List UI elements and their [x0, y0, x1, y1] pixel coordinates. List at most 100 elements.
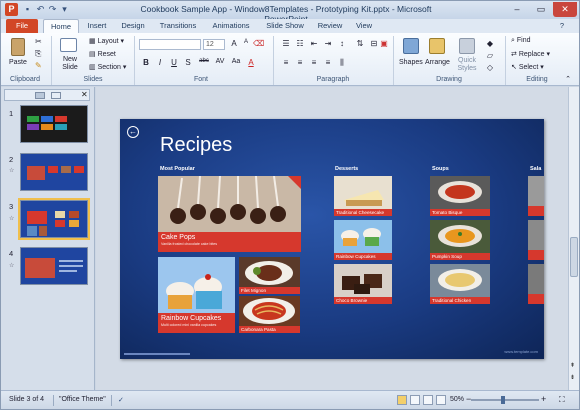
slide-thumbnail-3[interactable]: [18, 198, 90, 240]
arrange-icon[interactable]: [429, 38, 445, 54]
slide-thumbnail-1[interactable]: [20, 105, 88, 143]
underline-button[interactable]: U: [169, 58, 179, 67]
bold-button[interactable]: B: [141, 58, 151, 67]
collapse-ribbon-icon[interactable]: ⌃: [563, 75, 573, 83]
font-color-button[interactable]: A: [246, 58, 256, 67]
cut-icon[interactable]: ✂: [35, 37, 42, 46]
tile-traditional-cheesecake[interactable]: Traditional Cheesecake: [334, 176, 392, 216]
quick-styles-icon[interactable]: [459, 38, 475, 54]
format-painter-icon[interactable]: ✎: [35, 61, 42, 70]
reset-button[interactable]: ▤ Reset: [89, 50, 116, 58]
increase-indent-icon[interactable]: ⇥: [323, 39, 333, 48]
slideshow-view-icon[interactable]: [436, 395, 446, 405]
tab-insert[interactable]: Insert: [81, 19, 113, 33]
reading-view-icon[interactable]: [423, 395, 433, 405]
paste-button[interactable]: Paste: [9, 59, 27, 66]
justify-icon[interactable]: ≡: [323, 58, 333, 67]
tile-cake-pops[interactable]: Cake Pops Vanilla frosted chocolate cake…: [158, 176, 301, 252]
new-slide-button[interactable]: New Slide: [59, 56, 81, 72]
slide-thumbnail-2[interactable]: [20, 153, 88, 191]
italic-button[interactable]: I: [155, 58, 165, 67]
shapes-icon[interactable]: [403, 38, 419, 54]
slides-tab-icon[interactable]: [35, 92, 45, 99]
prev-slide-icon[interactable]: ⇞: [570, 362, 575, 369]
text-direction-icon[interactable]: ⇅: [355, 39, 365, 48]
align-center-icon[interactable]: ≡: [295, 58, 305, 67]
tile-filet-mignon[interactable]: Filet Mignon: [239, 257, 300, 294]
zoom-slider[interactable]: [471, 396, 539, 404]
line-spacing-icon[interactable]: ↕: [337, 39, 347, 48]
grow-font-icon[interactable]: A: [229, 39, 239, 48]
slide-sorter-icon[interactable]: [410, 395, 420, 405]
tab-view[interactable]: View: [349, 19, 379, 33]
shrink-font-icon[interactable]: A: [241, 39, 251, 45]
slide-canvas[interactable]: ← Recipes Most Popular Desserts Soups Sa…: [120, 119, 544, 359]
clear-format-icon[interactable]: ⌫: [253, 39, 264, 48]
decrease-indent-icon[interactable]: ⇤: [309, 39, 319, 48]
vertical-scrollbar[interactable]: ⇞ ⇟: [568, 87, 579, 390]
layout-button[interactable]: ▦ Layout ▾: [89, 37, 124, 45]
numbering-icon[interactable]: ☷: [295, 39, 305, 48]
tile-rainbow-cupcakes-large[interactable]: Rainbow Cupcakes Multi colored mini vani…: [158, 257, 235, 333]
tab-file[interactable]: File: [6, 19, 38, 33]
tab-animations[interactable]: Animations: [206, 19, 256, 33]
tile-choco-brownie[interactable]: Choco Brownie: [334, 264, 392, 304]
tile-salad-1[interactable]: [528, 176, 544, 216]
tab-transitions[interactable]: Transitions: [153, 19, 203, 33]
align-right-icon[interactable]: ≡: [309, 58, 319, 67]
tab-slide-show[interactable]: Slide Show: [259, 19, 311, 33]
tab-design[interactable]: Design: [115, 19, 151, 33]
close-pane-icon[interactable]: ✕: [81, 90, 88, 99]
tile-traditional-chicken[interactable]: Traditional Chicken: [430, 264, 490, 304]
shape-effects-icon[interactable]: ◇: [485, 63, 495, 72]
select-button[interactable]: ↖ Select ▾: [511, 63, 544, 71]
maximize-button[interactable]: ▭: [529, 2, 553, 17]
undo-icon[interactable]: ↶: [35, 4, 46, 15]
paste-icon[interactable]: [11, 38, 25, 56]
tile-pumpkin-soup[interactable]: Pumpkin Soup: [430, 220, 490, 260]
tile-salad-2[interactable]: [528, 220, 544, 260]
copy-icon[interactable]: ⎘: [35, 49, 41, 59]
arrange-button[interactable]: Arrange: [425, 59, 450, 66]
shape-fill-icon[interactable]: ◆: [485, 39, 495, 48]
tab-review[interactable]: Review: [313, 19, 347, 33]
tile-salad-3[interactable]: [528, 264, 544, 304]
shapes-button[interactable]: Shapes: [399, 59, 423, 66]
powerpoint-icon[interactable]: P: [5, 3, 18, 16]
close-button[interactable]: ✕: [553, 2, 577, 17]
font-size-combo[interactable]: 12: [203, 39, 225, 50]
slides-outline-tabs[interactable]: ✕: [4, 89, 90, 101]
outline-tab-icon[interactable]: [51, 92, 61, 99]
char-spacing-icon[interactable]: AV: [215, 58, 225, 65]
normal-view-icon[interactable]: [397, 395, 407, 405]
columns-icon[interactable]: ⫼: [337, 58, 347, 68]
replace-button[interactable]: ⇄ Replace ▾: [511, 50, 550, 58]
strikethrough-button[interactable]: abc: [197, 58, 211, 64]
change-case-button[interactable]: Aa: [229, 58, 243, 65]
align-left-icon[interactable]: ≡: [281, 58, 291, 67]
scroll-thumb[interactable]: [570, 237, 578, 277]
zoom-in-button[interactable]: +: [541, 394, 546, 404]
section-button[interactable]: ▥ Section ▾: [89, 63, 126, 71]
find-button[interactable]: ⌕ Find: [511, 37, 531, 45]
slide-thumbnail-4[interactable]: [20, 247, 88, 285]
spellcheck-icon[interactable]: ✓: [118, 396, 124, 404]
shape-outline-icon[interactable]: ▱: [485, 51, 495, 60]
redo-icon[interactable]: ↷: [47, 4, 58, 15]
tile-tomato-bisque[interactable]: Tomato Bisque: [430, 176, 490, 216]
fit-to-window-icon[interactable]: ⛶: [559, 395, 565, 405]
align-text-icon[interactable]: ⊟: [369, 39, 379, 48]
shadow-button[interactable]: S: [183, 58, 193, 67]
customize-quick-access-icon[interactable]: ▾: [59, 4, 70, 15]
next-slide-icon[interactable]: ⇟: [570, 374, 575, 381]
tab-home[interactable]: Home: [43, 19, 79, 33]
zoom-slider-thumb[interactable]: [501, 396, 505, 404]
tile-carbonara-pasta[interactable]: Carbonara Pasta: [239, 296, 300, 333]
help-icon[interactable]: ?: [557, 19, 567, 33]
zoom-level[interactable]: 50%: [450, 396, 464, 403]
save-icon[interactable]: ▪: [22, 4, 33, 15]
bullets-icon[interactable]: ☰: [281, 39, 291, 48]
new-slide-icon[interactable]: [60, 38, 77, 52]
minimize-button[interactable]: –: [505, 2, 529, 17]
quick-styles-button[interactable]: Quick Styles: [453, 57, 481, 73]
